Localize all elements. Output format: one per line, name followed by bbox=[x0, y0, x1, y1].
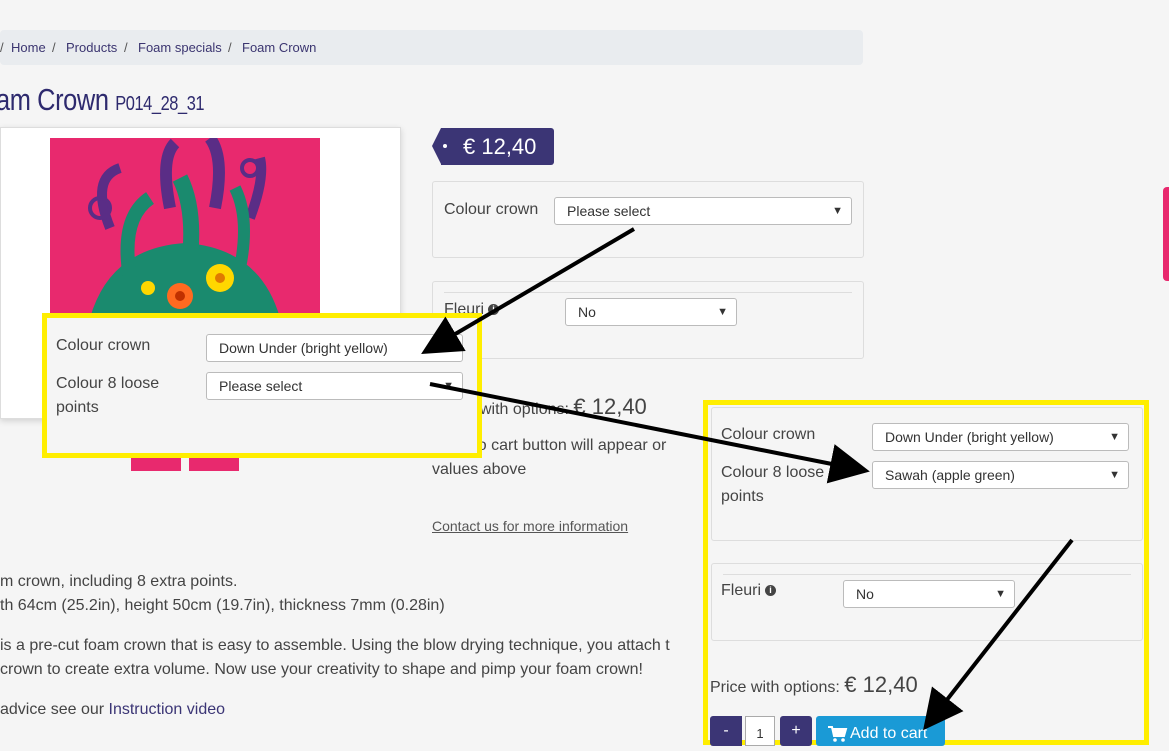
arrow-to-left-callout bbox=[421, 227, 636, 355]
annotation-arrows bbox=[421, 227, 1074, 731]
arrow-to-add-to-cart bbox=[923, 538, 1074, 731]
arrow-to-right-callout bbox=[429, 382, 870, 484]
